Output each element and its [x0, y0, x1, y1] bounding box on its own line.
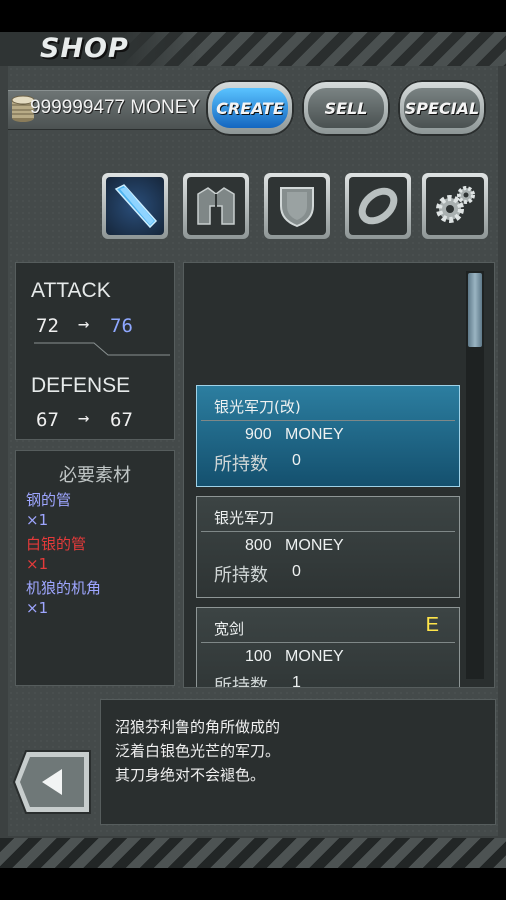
- material-qty: ×1: [26, 555, 49, 573]
- tab-special[interactable]: SPECIAL: [398, 80, 486, 136]
- owned-count: 0: [292, 563, 301, 580]
- category-shield-button[interactable]: [264, 173, 330, 239]
- material-qty: ×1: [26, 599, 49, 617]
- scrollbar-thumb[interactable]: [468, 273, 482, 347]
- tab-create-label: CREATE: [216, 98, 284, 118]
- jacket-icon: [197, 187, 235, 225]
- sword-icon: [114, 184, 158, 229]
- item-price: 900 MONEY: [245, 426, 344, 443]
- material-name: 机狼的机角: [26, 579, 102, 597]
- description-line: 其刀身绝对不会褪色。: [115, 766, 266, 784]
- description-line: 泛着白银色光芒的军刀。: [115, 742, 281, 760]
- category-accessory-button[interactable]: [345, 173, 411, 239]
- owned-label: 所持数: [214, 676, 268, 688]
- item-name: 银光军刀: [214, 509, 275, 527]
- tab-special-label: SPECIAL: [404, 98, 480, 118]
- tab-sell[interactable]: SELL: [302, 80, 390, 136]
- defense-arrow: →: [78, 407, 90, 429]
- item-name: 宽剑: [214, 620, 245, 638]
- item-list[interactable]: 银光军刀(改) 900 MONEY 所持数 0 银光军刀 800 MONEY 所…: [183, 262, 495, 688]
- shop-item-row[interactable]: 银光军刀 800 MONEY 所持数 0: [196, 496, 460, 598]
- owned-count: 0: [292, 452, 301, 469]
- description-line: 沼狼芬利鲁的角所做成的: [115, 718, 281, 736]
- item-description-panel: 沼狼芬利鲁的角所做成的 泛着白银色光芒的军刀。 其刀身绝对不会褪色。: [100, 699, 496, 825]
- material-qty: ×1: [26, 511, 49, 529]
- owned-label: 所持数: [214, 454, 268, 475]
- ring-icon: [358, 187, 398, 225]
- shop-item-row[interactable]: 宽剑 E 100 MONEY 所持数 1: [196, 607, 460, 688]
- owned-label: 所持数: [214, 565, 268, 586]
- gear-icon: [436, 186, 475, 223]
- bottom-strip: [0, 838, 506, 868]
- category-armor-button[interactable]: [183, 173, 249, 239]
- stats-panel: ATTACK 72 → 76 DEFENSE 67 → 67: [15, 262, 175, 440]
- category-parts-button[interactable]: [422, 173, 488, 239]
- item-price: 100 MONEY: [245, 648, 344, 665]
- attack-arrow: →: [78, 313, 90, 335]
- attack-label: ATTACK: [31, 279, 111, 302]
- material-name: 白银的管: [26, 535, 87, 553]
- shop-screen: SHOP 999999477 MONEY CREATE SELL SPECIAL: [0, 0, 506, 900]
- screen-title: SHOP: [40, 33, 129, 64]
- item-name: 银光军刀(改): [214, 398, 301, 416]
- shop-item-row[interactable]: 银光军刀(改) 900 MONEY 所持数 0: [196, 385, 460, 487]
- back-arrow-icon[interactable]: [12, 749, 92, 815]
- money-amount: 999999477 MONEY: [30, 97, 201, 118]
- owned-count: 1: [292, 674, 301, 688]
- defense-old-value: 67: [36, 409, 59, 431]
- materials-title: 必要素材: [59, 465, 131, 486]
- shield-icon: [280, 187, 314, 228]
- materials-panel: 必要素材 钢的管 ×1 白银的管 ×1 机狼的机角 ×1: [15, 450, 175, 686]
- defense-new-value: 67: [110, 409, 133, 431]
- status-bar: [0, 0, 506, 32]
- tab-create[interactable]: CREATE: [206, 80, 294, 136]
- stat-divider: [34, 342, 170, 356]
- equipped-badge: E: [425, 614, 439, 636]
- navigation-bar: [0, 868, 506, 900]
- material-name: 钢的管: [26, 491, 72, 509]
- tab-sell-label: SELL: [324, 98, 368, 118]
- attack-old-value: 72: [36, 315, 59, 337]
- item-price: 800 MONEY: [245, 537, 344, 554]
- category-weapon-button[interactable]: [102, 173, 168, 239]
- defense-label: DEFENSE: [31, 374, 131, 397]
- attack-new-value: 76: [110, 315, 133, 337]
